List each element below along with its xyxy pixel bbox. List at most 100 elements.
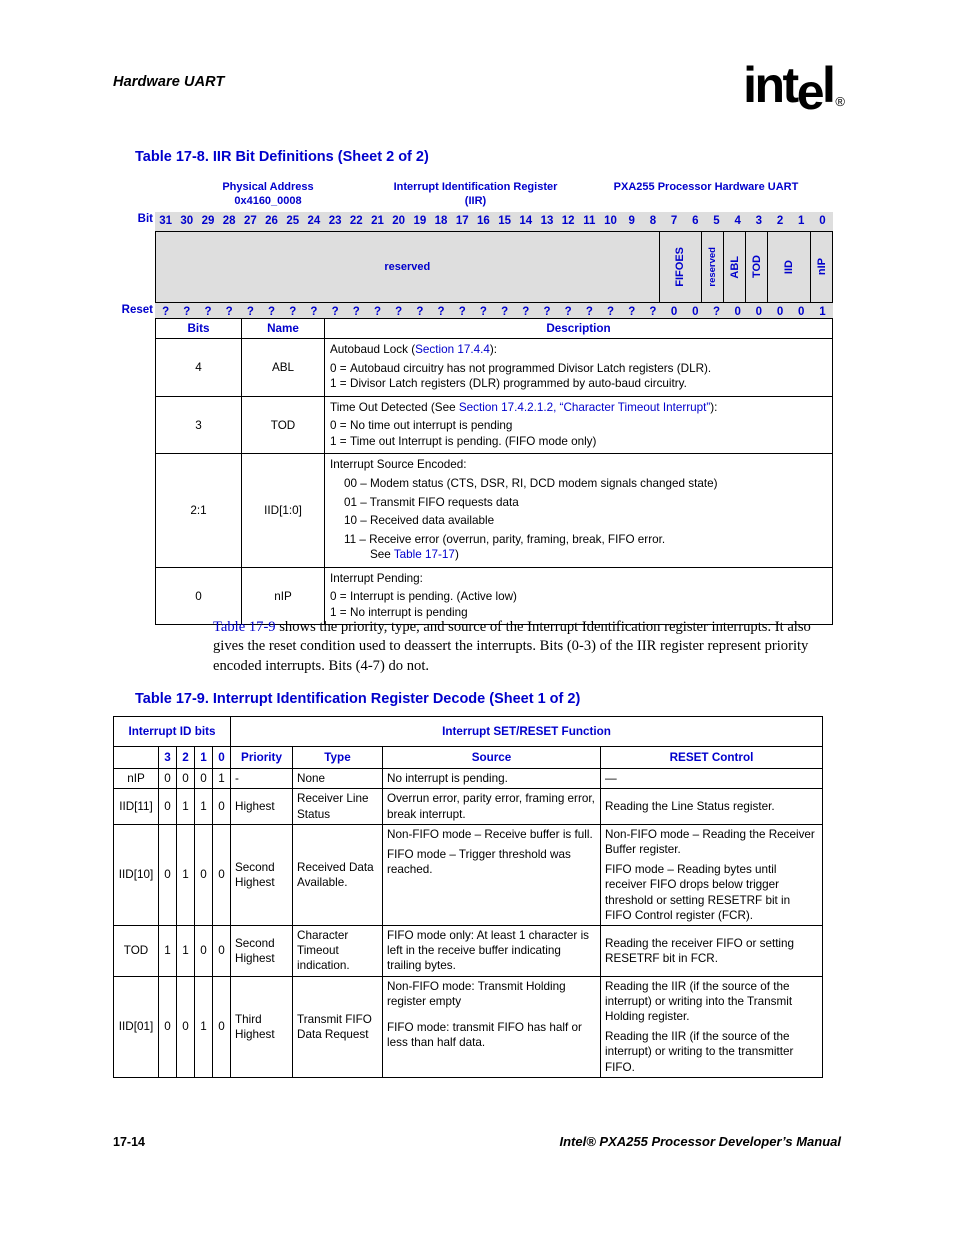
- physical-address-value: 0x4160_0008: [234, 195, 302, 208]
- register-field-nip: nIP: [811, 232, 832, 302]
- cell-name: nIP: [241, 566, 325, 626]
- description-lead: Interrupt Source Encoded:: [330, 457, 827, 473]
- bit-value-text: Interrupt is pending. (Active low): [350, 590, 517, 604]
- table-row: IID[11] 0 1 1 0 Highest Receiver Line Status Ov…: [113, 788, 823, 825]
- register-bit-number: 19: [413, 215, 427, 227]
- table-group-header-row: Interrupt ID bits Interrupt SET/RESET Fu…: [113, 716, 823, 747]
- cell-bit3: 0: [158, 768, 177, 790]
- cell-interrupt-id: IID[10]: [113, 823, 159, 927]
- encoded-option: 00 – Modem status (CTS, DSR, RI, DCD mod…: [344, 476, 718, 490]
- cell-bit2: 0: [176, 768, 195, 790]
- register-bit-number: 7: [670, 215, 678, 227]
- cell-type: Character Timeout indication.: [292, 925, 383, 977]
- table-row: IID[10] 0 1 0 0 Second Highest Received Data A…: [113, 823, 823, 927]
- table-header-row: Bits Name Description: [155, 318, 833, 339]
- register-physical-address-title: Physical Address 0x4160_0008: [173, 180, 363, 208]
- register-bit-number: 11: [583, 215, 596, 227]
- description-lead-suffix: ):: [710, 400, 718, 414]
- column-header-bits: Bits: [155, 318, 242, 339]
- cell-reset-control: Reading the Line Status register.: [600, 788, 823, 825]
- cell-bits: 2:1: [155, 453, 242, 568]
- description-lead-text: Interrupt Source Encoded:: [330, 458, 467, 472]
- cell-type: Transmit FIFO Data Request: [292, 975, 383, 1078]
- cell-reset-control: Reading the receiver FIFO or setting RES…: [600, 925, 823, 977]
- register-processor-title: PXA255 Processor Hardware UART: [581, 180, 831, 194]
- table-row: nIP 0 0 0 1- None No interrupt is pending. —: [113, 768, 823, 790]
- cell-source: No interrupt is pending.: [382, 768, 601, 790]
- source-text: Non-FIFO mode: Transmit Holding register…: [387, 979, 566, 1008]
- cell-interrupt-id: IID[11]: [113, 788, 159, 825]
- body-paragraph-text: shows the priority, type, and source of …: [213, 619, 811, 674]
- register-name-label: Interrupt Identification Register: [393, 181, 558, 193]
- register-bit-number: 17: [455, 215, 469, 227]
- register-field-tod: TOD: [746, 232, 769, 302]
- reset-control-text: Reading the IIR (if the source of the in…: [605, 1030, 794, 1074]
- cell-bit1: 0: [194, 823, 213, 927]
- cell-interrupt-id: nIP: [113, 768, 159, 790]
- register-field-label: ABL: [728, 255, 741, 279]
- register-bit-number: 26: [265, 215, 278, 227]
- register-field-label: reserved: [384, 261, 431, 273]
- cell-description: Interrupt Pending: 0 = Interrupt is pendin…: [324, 566, 833, 626]
- register-field-abl: ABL: [724, 232, 747, 302]
- register-field-fifoes: FIFOES: [659, 232, 703, 302]
- register-bit-number: 5: [713, 215, 720, 227]
- table-17-9-link[interactable]: Table 17-9: [213, 619, 276, 635]
- reset-control-text: Reading the IIR (if the source of the in…: [605, 979, 793, 1024]
- processor-unit-label: PXA255 Processor Hardware UART: [613, 181, 799, 193]
- register-bit-number: 6: [692, 215, 699, 227]
- register-bit-number: 22: [349, 215, 363, 227]
- source-text: Overrun error, parity error, framing err…: [387, 792, 595, 821]
- iir-bit-definitions-table: Bits Name Description 4 ABL Autobaud Lock …: [155, 318, 833, 626]
- register-bit-number: 0: [819, 215, 826, 227]
- reset-control-text: Reading the Line Status register.: [605, 800, 775, 813]
- cell-source: Non-FIFO mode: Transmit Holding register…: [382, 975, 601, 1078]
- encoded-option: 11 – Receive error (overrun, parity, fra…: [330, 532, 827, 548]
- bit-value-key: 1 =: [330, 377, 347, 391]
- bit-value-key: 0 =: [330, 419, 347, 433]
- cross-reference-link[interactable]: Section 17.4.4: [415, 343, 490, 356]
- description-lead-suffix: ):: [489, 343, 497, 356]
- column-header-id: [113, 745, 159, 770]
- description-lead: Time Out Detected (See Section 17.4.2.1.…: [330, 400, 827, 416]
- cell-priority: -: [230, 768, 293, 790]
- bit-value-text: Divisor Latch registers (DLR) programmed…: [350, 377, 687, 391]
- register-bit-number: 20: [392, 215, 406, 227]
- cell-bit0: 0: [212, 788, 231, 825]
- group-header-interrupt-id-bits: Interrupt ID bits: [113, 716, 231, 747]
- register-field-label: FIFOES: [674, 247, 687, 287]
- cell-bit0: 1: [212, 768, 231, 790]
- footer-manual-title: Intel® PXA255 Processor Developer’s Manu…: [559, 1134, 842, 1149]
- cell-bit3: 0: [158, 823, 177, 927]
- cell-priority: Highest: [230, 788, 293, 825]
- table-row: 0 nIP Interrupt Pending: 0 = Interrupt is pe…: [155, 566, 833, 626]
- description-lead: Interrupt Pending:: [330, 571, 827, 587]
- cell-bits: 0: [155, 566, 242, 626]
- encoded-option: 10 – Received data available: [344, 514, 495, 528]
- bit-value-key: 0 =: [330, 361, 347, 375]
- bit-value-option: 1 = Divisor Latch registers (DLR) program…: [330, 376, 827, 392]
- register-diagram-titles: Physical Address 0x4160_0008 Interrupt I…: [113, 180, 833, 212]
- cell-reset-control: Reading the IIR (if the source of the in…: [600, 975, 823, 1078]
- cross-reference-link[interactable]: Table 17-17: [394, 548, 455, 561]
- cell-type: None: [292, 768, 383, 790]
- description-lead-text: Time Out Detected (See: [330, 400, 459, 414]
- page-header: Hardware UART intel ®: [113, 60, 845, 124]
- register-bit-number: 2: [776, 215, 784, 227]
- cell-priority: Second Highest: [230, 925, 293, 977]
- column-header-bit0: 0: [212, 745, 231, 770]
- column-header-source: Source: [382, 745, 601, 770]
- register-bit-number: 8: [649, 215, 657, 227]
- physical-address-label: Physical Address: [222, 181, 314, 193]
- cell-bit2: 1: [176, 925, 195, 977]
- column-header-priority: Priority: [230, 745, 293, 770]
- register-bit-number: 30: [180, 215, 194, 227]
- cell-priority: Second Highest: [230, 823, 293, 927]
- column-header-type: Type: [292, 745, 383, 770]
- register-field-label: reserved: [707, 247, 719, 287]
- source-text: FIFO mode only: At least 1 character is …: [387, 929, 590, 973]
- cross-reference-link[interactable]: Section 17.4.2.1.2, “Character Timeout I…: [459, 401, 710, 414]
- bit-value-text: Time out Interrupt is pending. (FIFO mod…: [350, 434, 597, 448]
- register-bit-number: 28: [222, 215, 236, 227]
- cell-name: IID[1:0]: [241, 453, 325, 568]
